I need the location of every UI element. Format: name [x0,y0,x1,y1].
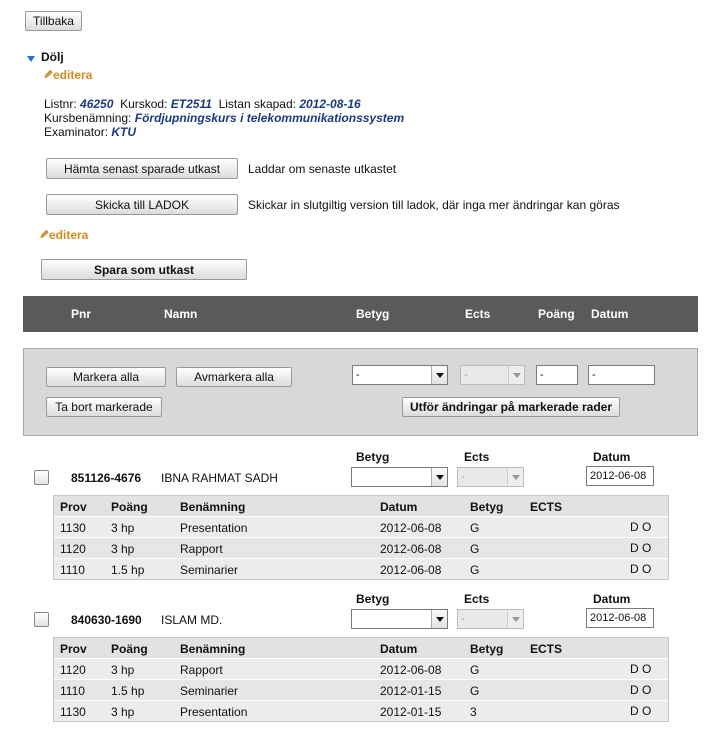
bulk-edit-panel: Markera alla Avmarkera alla Ta bort mark… [23,348,698,436]
header-poang: Poäng [538,307,575,321]
kursbenamning-value: Fördjupningskurs i telekommunikationssys… [134,111,405,125]
student-pnr: 840630-1690 [71,613,142,627]
fetch-draft-description: Laddar om senaste utkastet [248,162,397,176]
examinator-value: KTU [111,125,137,139]
pencil-icon [44,70,53,79]
student-ects-label: Ects [464,592,490,606]
send-to-ladok-button[interactable]: Skicka till LADOK [46,194,238,215]
exam-result-row: 1110 1.5 hp Seminarier 2012-01-15 G D O [54,679,668,700]
send-to-ladok-description: Skickar in slutgiltig version till ladok… [248,198,620,212]
student-betyg-label: Betyg [356,450,390,464]
exam-results-table: Prov Poäng Benämning Datum Betyg ECTS 11… [53,495,669,580]
chevron-down-icon [431,468,447,486]
exam-result-row: 1110 1.5 hp Seminarier 2012-06-08 G D O [54,558,668,579]
student-ects-select: - [457,609,524,629]
kurskod-value: ET2511 [170,97,212,111]
header-betyg: Betyg [356,307,390,321]
student-datum-input[interactable]: 2012-06-08 [586,608,654,628]
course-info: Listnr: 46250 Kurskod: ET2511 Listan ska… [44,97,405,139]
exam-result-row: 1130 3 hp Presentation 2012-01-15 3 D O [54,700,668,721]
back-button[interactable]: Tillbaka [25,11,82,31]
exam-results-table: Prov Poäng Benämning Datum Betyg ECTS 11… [53,637,669,722]
student-select-checkbox[interactable] [34,470,49,485]
student-betyg-select[interactable] [351,609,448,629]
apply-marked-button[interactable]: Utför ändringar på markerade rader [402,397,620,417]
student-pnr: 851126-4676 [71,471,142,485]
bulk-poang-input[interactable]: - [536,365,578,385]
edit-link-top[interactable]: editera [44,68,92,82]
remove-marked-button[interactable]: Ta bort markerade [46,397,162,417]
exam-result-row: 1120 3 hp Rapport 2012-06-08 G D O [54,537,668,558]
chevron-down-icon [507,468,523,486]
header-pnr: Pnr [71,307,92,321]
save-draft-button[interactable]: Spara som utkast [41,259,247,280]
bulk-betyg-select[interactable]: - [352,365,448,385]
exam-result-row: 1120 3 hp Rapport 2012-06-08 G D O [54,658,668,679]
pencil-icon [40,230,49,239]
student-datum-label: Datum [593,450,631,464]
exam-result-row: 1130 3 hp Presentation 2012-06-08 G D O [54,516,668,537]
listnr-value: 46250 [80,97,114,111]
header-datum: Datum [591,307,629,321]
bulk-datum-input[interactable]: - [588,365,655,385]
student-datum-label: Datum [593,592,631,606]
student-betyg-select[interactable] [351,467,448,487]
student-select-checkbox[interactable] [34,612,49,627]
chevron-down-icon [431,610,447,628]
student-betyg-label: Betyg [356,592,390,606]
header-ects: Ects [465,307,491,321]
collapse-arrow-icon[interactable] [27,56,35,62]
fetch-draft-button[interactable]: Hämta senast sparade utkast [46,158,238,179]
toggle-label[interactable]: Dölj [41,50,64,64]
student-name: ISLAM MD. [161,613,223,627]
student-datum-input[interactable]: 2012-06-08 [586,466,654,486]
mark-all-button[interactable]: Markera alla [46,367,166,387]
bulk-ects-select: - [460,365,525,385]
skapad-value: 2012-08-16 [299,97,361,111]
student-ects-select: - [457,467,524,487]
header-namn: Namn [164,307,198,321]
edit-link-bottom[interactable]: editera [40,228,88,242]
unmark-all-button[interactable]: Avmarkera alla [176,367,292,387]
chevron-down-icon [508,366,524,384]
exam-results-header: Prov Poäng Benämning Datum Betyg ECTS [54,638,668,658]
student-name: IBNA RAHMAT SADH [161,471,278,485]
grade-table-header: Pnr Namn Betyg Ects Poäng Datum [23,296,698,332]
exam-results-header: Prov Poäng Benämning Datum Betyg ECTS [54,496,668,516]
student-ects-label: Ects [464,450,490,464]
chevron-down-icon [431,366,447,384]
chevron-down-icon [507,610,523,628]
